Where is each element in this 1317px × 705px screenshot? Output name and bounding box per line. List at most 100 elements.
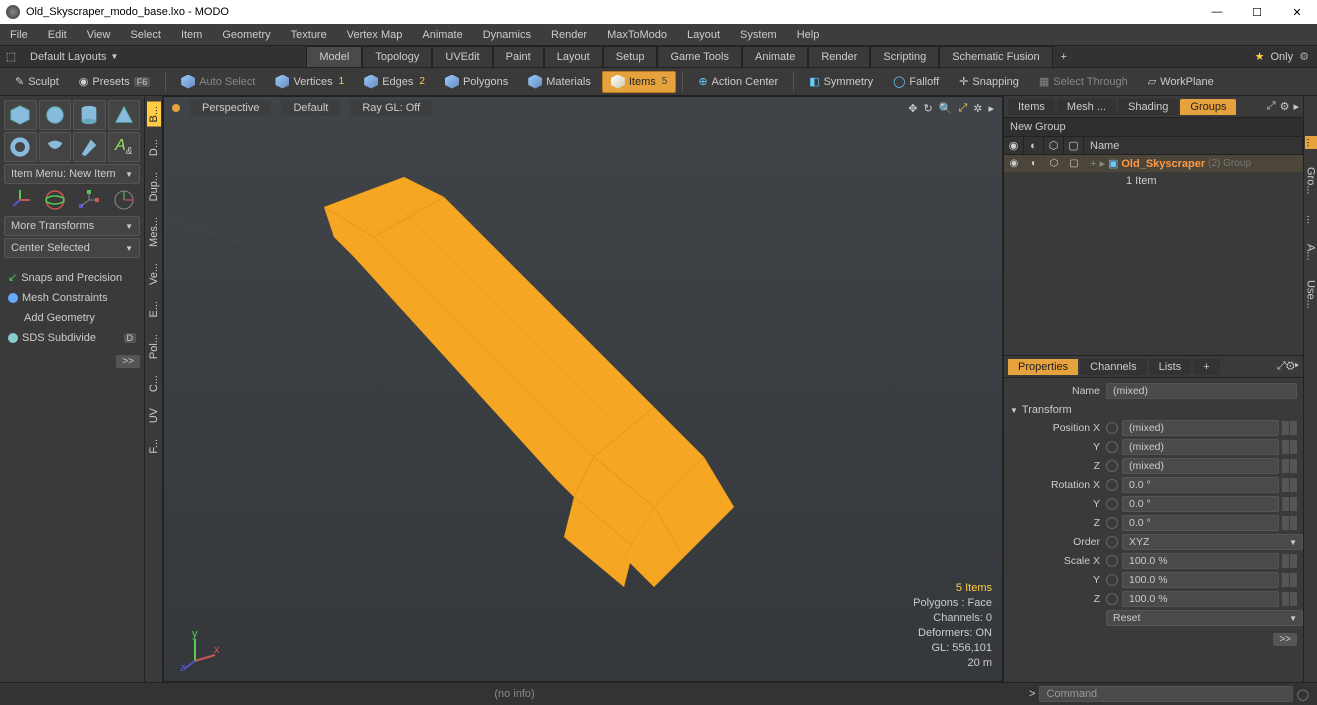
star-icon[interactable]: ★: [1255, 50, 1265, 63]
rotate-tool[interactable]: [39, 186, 72, 214]
3d-model[interactable]: [304, 167, 764, 647]
right-tab-mesh[interactable]: Mesh ...: [1057, 99, 1116, 115]
position-y-input[interactable]: (mixed): [1122, 439, 1279, 455]
left-vtab-0[interactable]: B...: [147, 102, 161, 127]
sds-subdivide-button[interactable]: SDS SubdivideD: [4, 329, 140, 347]
tree-row-group[interactable]: ◉◐⬡▢ +▸▣Old_Skyscraper(2) Group: [1004, 155, 1303, 172]
viewport-move-icon[interactable]: ✥: [908, 102, 917, 115]
viewport-rotate-icon[interactable]: ↻: [924, 102, 933, 115]
viewport-arrow-icon[interactable]: ▸: [988, 102, 994, 115]
right-vtab-3[interactable]: A...: [1305, 242, 1317, 263]
command-input[interactable]: Command: [1039, 686, 1292, 702]
viewport-view-dropdown[interactable]: Perspective: [190, 100, 271, 116]
layout-tab-animate[interactable]: Animate: [742, 46, 808, 67]
right-tab-shading[interactable]: Shading: [1118, 99, 1178, 115]
prop-tab-channels[interactable]: Channels: [1080, 359, 1146, 375]
panel-expand-icon[interactable]: ⤢: [1267, 100, 1276, 113]
cone-primitive[interactable]: [108, 100, 141, 130]
prop-tab-lists[interactable]: Lists: [1149, 359, 1192, 375]
left-vtab-6[interactable]: Pol...: [147, 330, 161, 363]
panel-menu-icon[interactable]: ▸: [1293, 100, 1299, 113]
add-geometry-button[interactable]: Add Geometry: [4, 309, 140, 327]
sculpt-button[interactable]: ✎Sculpt: [6, 71, 68, 93]
menu-dynamics[interactable]: Dynamics: [473, 24, 541, 46]
items-button[interactable]: Items5: [602, 71, 676, 93]
polygons-button[interactable]: Polygons: [436, 71, 517, 93]
panel-gear-icon[interactable]: ⚙: [1280, 100, 1290, 113]
menu-animate[interactable]: Animate: [412, 24, 472, 46]
right-vtab-1[interactable]: Gro...: [1305, 165, 1317, 197]
prop-tab-properties[interactable]: Properties: [1008, 359, 1078, 375]
menu-help[interactable]: Help: [787, 24, 830, 46]
gear-icon[interactable]: ⚙: [1299, 50, 1309, 63]
falloff-button[interactable]: ◯Falloff: [884, 71, 948, 93]
prop-gear-icon[interactable]: ⚙: [1286, 360, 1295, 372]
eye-column-icon[interactable]: ◉: [1004, 137, 1024, 154]
position-x-input[interactable]: (mixed): [1122, 420, 1279, 436]
edges-button[interactable]: Edges2: [355, 71, 434, 93]
right-tab-groups[interactable]: Groups: [1180, 99, 1236, 115]
viewport-raygl-dropdown[interactable]: Ray GL: Off: [350, 100, 432, 116]
name-input[interactable]: (mixed): [1106, 383, 1297, 399]
left-vtab-9[interactable]: F...: [147, 435, 161, 458]
layout-tab-render[interactable]: Render: [808, 46, 870, 67]
left-vtab-2[interactable]: Dup...: [147, 168, 161, 205]
rotation-x-input[interactable]: 0.0 °: [1122, 477, 1279, 493]
close-button[interactable]: ✕: [1277, 0, 1317, 24]
mesh-constraints-button[interactable]: Mesh Constraints: [4, 289, 140, 307]
transform-section[interactable]: ▼Transform: [1010, 401, 1297, 419]
menu-geometry[interactable]: Geometry: [212, 24, 280, 46]
right-vtab-0[interactable]: ...: [1305, 136, 1317, 149]
left-vtab-7[interactable]: C...: [147, 371, 161, 396]
rotation-z-input[interactable]: 0.0 °: [1122, 515, 1279, 531]
prop-tab-+[interactable]: +: [1193, 359, 1219, 375]
left-vtab-1[interactable]: D...: [147, 135, 161, 160]
menu-texture[interactable]: Texture: [281, 24, 337, 46]
viewport-fit-icon[interactable]: ⤢: [958, 102, 967, 115]
expand-props-button[interactable]: >>: [1273, 633, 1297, 646]
left-vtab-5[interactable]: E...: [147, 297, 161, 322]
workplane-button[interactable]: ▱WorkPlane: [1139, 71, 1223, 93]
layout-tab-paint[interactable]: Paint: [493, 46, 544, 67]
col4-icon[interactable]: ▢: [1064, 137, 1084, 154]
menu-system[interactable]: System: [730, 24, 787, 46]
name-column-header[interactable]: Name: [1084, 137, 1303, 154]
cylinder-primitive[interactable]: [73, 100, 106, 130]
position-z-input[interactable]: (mixed): [1122, 458, 1279, 474]
scale-y-input[interactable]: 100.0 %: [1122, 572, 1279, 588]
torus-primitive[interactable]: [4, 132, 37, 162]
auto-select-button[interactable]: Auto Select: [172, 71, 264, 93]
more-transforms-dropdown[interactable]: More Transforms▼: [4, 216, 140, 236]
menu-select[interactable]: Select: [120, 24, 171, 46]
add-layout-button[interactable]: +: [1053, 51, 1075, 63]
viewport-zoom-icon[interactable]: 🔍: [939, 102, 953, 115]
vertices-button[interactable]: Vertices1: [266, 71, 353, 93]
cube-primitive[interactable]: [4, 100, 37, 130]
new-group-button[interactable]: New Group: [1004, 118, 1303, 137]
reset-dropdown[interactable]: Reset: [1106, 610, 1303, 626]
prop-expand-icon[interactable]: ⤢: [1277, 360, 1286, 372]
viewport-options-icon[interactable]: ✲: [973, 102, 982, 115]
item-menu-dropdown[interactable]: Item Menu: New Item▼: [4, 164, 140, 184]
layout-tab-scripting[interactable]: Scripting: [870, 46, 939, 67]
layout-tab-layout[interactable]: Layout: [544, 46, 603, 67]
menu-item[interactable]: Item: [171, 24, 212, 46]
menu-view[interactable]: View: [77, 24, 121, 46]
left-vtab-8[interactable]: UV: [147, 404, 161, 427]
viewport-shading-dropdown[interactable]: Default: [281, 100, 340, 116]
left-vtab-4[interactable]: Ve...: [147, 259, 161, 289]
select-through-button[interactable]: ▦Select Through: [1030, 71, 1137, 93]
menu-render[interactable]: Render: [541, 24, 597, 46]
right-tab-items[interactable]: Items: [1008, 99, 1055, 115]
layout-tab-gametools[interactable]: Game Tools: [657, 46, 742, 67]
tube-primitive[interactable]: [39, 132, 72, 162]
materials-button[interactable]: Materials: [519, 71, 600, 93]
layout-tab-model[interactable]: Model: [306, 46, 362, 67]
prop-menu-icon[interactable]: ▸: [1295, 360, 1299, 372]
snapping-button[interactable]: ✛Snapping: [950, 71, 1028, 93]
command-chevron-icon[interactable]: >: [1029, 688, 1035, 700]
menu-file[interactable]: File: [0, 24, 38, 46]
layout-tab-setup[interactable]: Setup: [603, 46, 658, 67]
expand-left-button[interactable]: >>: [116, 355, 140, 368]
left-vtab-3[interactable]: Mes...: [147, 213, 161, 251]
